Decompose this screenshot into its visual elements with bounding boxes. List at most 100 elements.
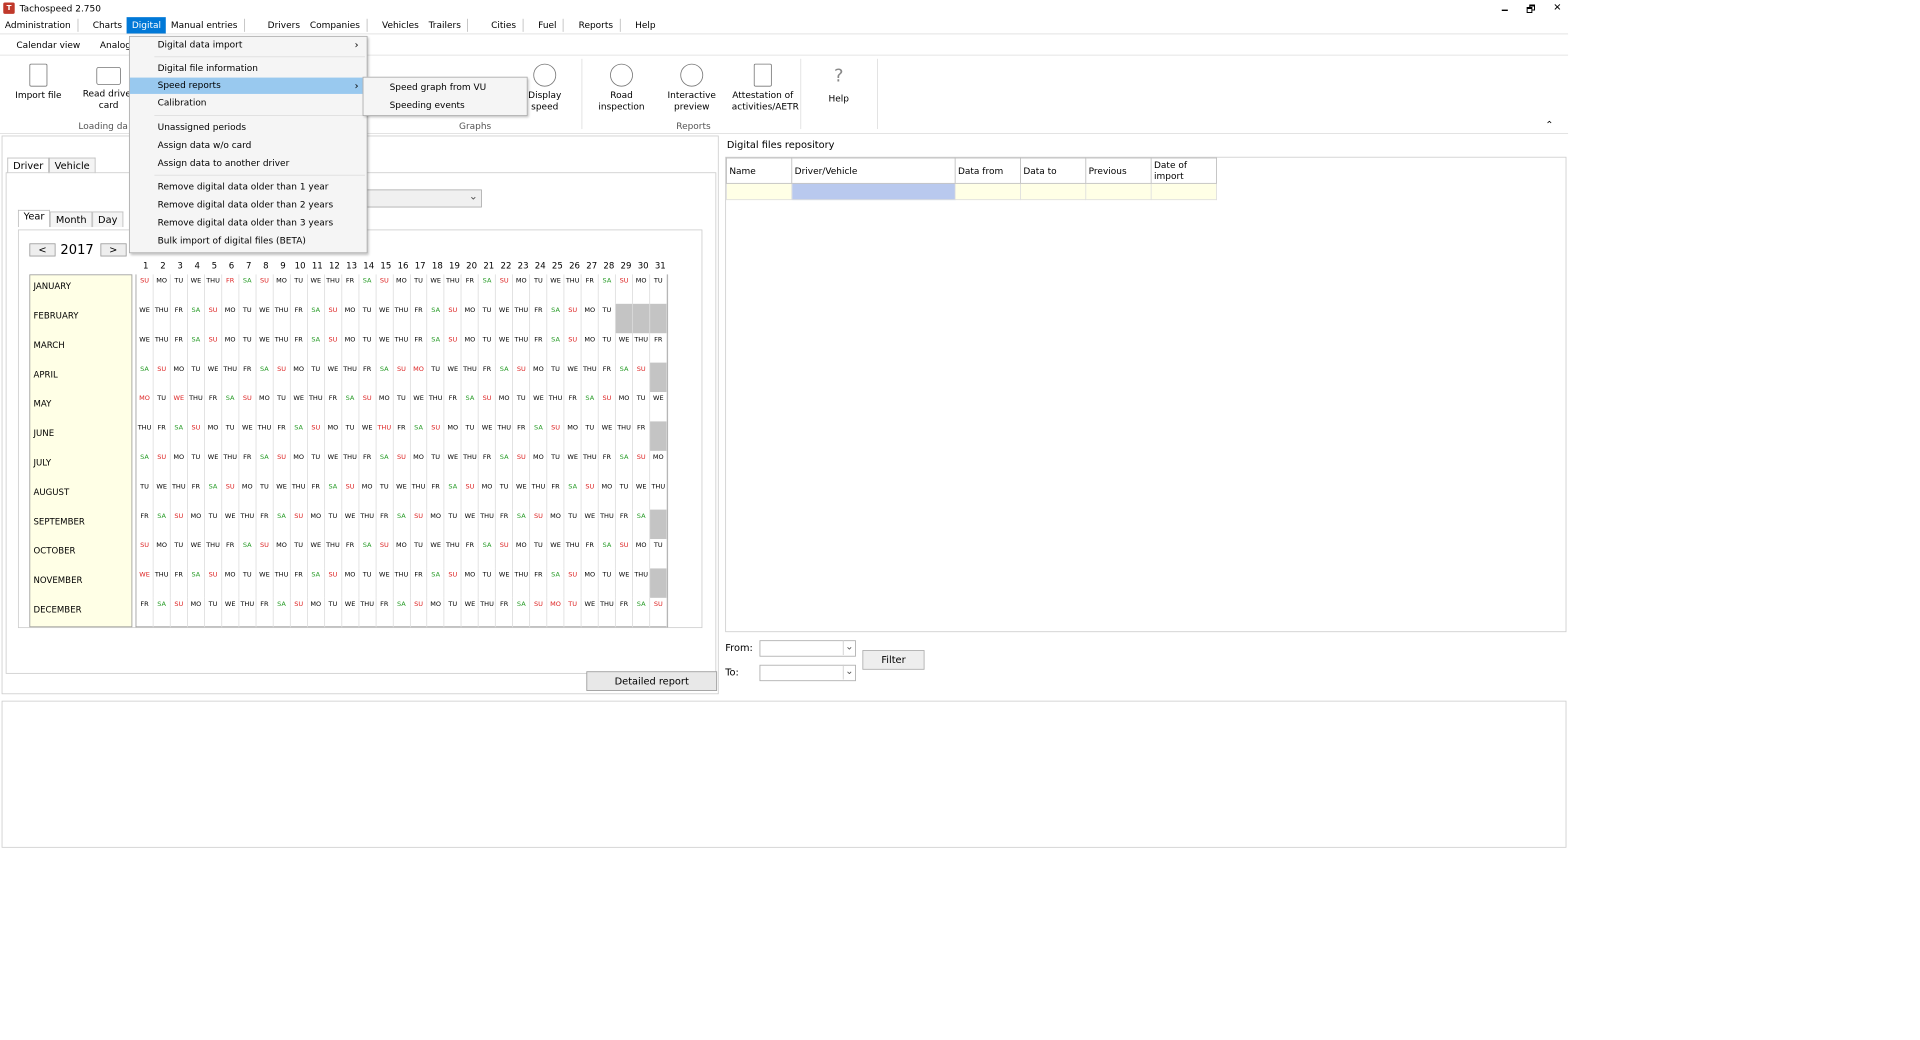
calendar-day-cell[interactable]: FR (171, 568, 188, 598)
calendar-day-cell[interactable]: FR (136, 597, 154, 628)
calendar-day-cell[interactable]: FR (136, 509, 154, 540)
calendar-empty-cell[interactable] (650, 509, 668, 540)
calendar-day-cell[interactable]: TU (633, 392, 651, 422)
tab-month[interactable]: Month (50, 211, 93, 228)
calendar-day-cell[interactable]: THU (633, 568, 651, 598)
tab-calendar-view[interactable]: Calendar view (0, 38, 97, 54)
calendar-day-cell[interactable]: SU (616, 274, 634, 304)
calendar-day-cell[interactable]: WE (256, 568, 274, 598)
calendar-day-cell[interactable]: SA (256, 362, 274, 393)
calendar-day-cell[interactable]: FR (256, 597, 274, 628)
calendar-day-cell[interactable]: SA (325, 480, 342, 510)
calendar-day-cell[interactable]: THU (308, 392, 325, 422)
calendar-day-cell[interactable]: MO (136, 392, 154, 422)
table-cell[interactable] (1085, 182, 1152, 201)
calendar-day-cell[interactable]: SA (256, 450, 274, 481)
calendar-day-cell[interactable]: WE (616, 333, 634, 363)
calendar-day-cell[interactable]: TU (616, 480, 634, 510)
calendar-day-cell[interactable]: TU (239, 333, 257, 363)
menu-trailers[interactable]: Trailers (424, 17, 466, 33)
calendar-day-cell[interactable]: THU (462, 362, 479, 393)
calendar-day-cell[interactable]: WE (188, 539, 205, 569)
calendar-day-cell[interactable]: FR (342, 274, 360, 304)
calendar-day-cell[interactable]: TU (205, 509, 223, 540)
calendar-day-cell[interactable]: SU (376, 274, 394, 304)
menu-item-speed-reports[interactable]: Speed reports › (129, 77, 367, 94)
calendar-day-cell[interactable]: TU (239, 303, 257, 334)
calendar-day-cell[interactable]: FR (513, 421, 531, 451)
calendar-day-cell[interactable]: MO (428, 597, 445, 628)
calendar-day-cell[interactable]: THU (342, 450, 360, 481)
calendar-day-cell[interactable]: THU (273, 303, 291, 334)
calendar-day-cell[interactable]: SU (239, 392, 257, 422)
calendar-day-cell[interactable]: WE (376, 568, 394, 598)
calendar-day-cell[interactable]: SU (547, 421, 565, 451)
table-row[interactable] (726, 182, 1217, 201)
calendar-day-cell[interactable]: MO (342, 568, 360, 598)
calendar-day-cell[interactable]: TU (513, 392, 531, 422)
calendar-day-cell[interactable]: FR (496, 597, 514, 628)
calendar-day-cell[interactable]: TU (359, 568, 377, 598)
calendar-day-cell[interactable]: FR (342, 539, 360, 569)
calendar-day-cell[interactable]: SU (496, 274, 514, 304)
detailed-report-button[interactable]: Detailed report (586, 671, 718, 691)
calendar-day-cell[interactable]: MO (582, 333, 599, 363)
calendar-day-cell[interactable]: SU (530, 509, 548, 540)
calendar-day-cell[interactable]: SA (513, 509, 531, 540)
calendar-day-cell[interactable]: FR (530, 303, 548, 334)
calendar-day-cell[interactable]: SA (171, 421, 188, 451)
calendar-day-cell[interactable]: FR (291, 303, 308, 334)
calendar-day-cell[interactable]: TU (171, 539, 188, 569)
calendar-day-cell[interactable]: MO (428, 509, 445, 540)
calendar-day-cell[interactable]: WE (616, 568, 634, 598)
calendar-day-cell[interactable]: THU (376, 421, 394, 451)
calendar-day-cell[interactable]: TU (547, 450, 565, 481)
calendar-day-cell[interactable]: THU (291, 480, 308, 510)
calendar-day-cell[interactable]: WE (222, 597, 240, 628)
calendar-day-cell[interactable]: MO (410, 362, 428, 393)
calendar-day-cell[interactable]: FR (496, 509, 514, 540)
menu-item-bulk-import[interactable]: Bulk import of digital files (BETA) (130, 233, 367, 249)
calendar-day-cell[interactable]: TU (479, 303, 497, 334)
calendar-day-cell[interactable]: MO (239, 480, 257, 510)
calendar-day-cell[interactable]: SU (616, 539, 634, 569)
calendar-day-cell[interactable]: SU (222, 480, 240, 510)
calendar-day-cell[interactable]: MO (222, 333, 240, 363)
calendar-day-cell[interactable]: WE (188, 274, 205, 304)
calendar-day-cell[interactable]: WE (547, 539, 565, 569)
calendar-day-cell[interactable]: SA (633, 509, 651, 540)
calendar-day-cell[interactable]: SU (205, 333, 223, 363)
tab-vehicle[interactable]: Vehicle (48, 157, 96, 174)
calendar-day-cell[interactable]: WE (633, 480, 651, 510)
calendar-day-cell[interactable]: MO (530, 362, 548, 393)
calendar-day-cell[interactable]: THU (325, 539, 342, 569)
calendar-day-cell[interactable]: TU (359, 333, 377, 363)
calendar-day-cell[interactable]: THU (479, 509, 497, 540)
calendar-empty-cell[interactable] (615, 303, 634, 334)
calendar-day-cell[interactable]: SU (308, 421, 325, 451)
calendar-day-cell[interactable]: THU (239, 509, 257, 540)
calendar-day-cell[interactable]: SA (479, 539, 497, 569)
col-data-from[interactable]: Data from (954, 157, 1021, 184)
calendar-day-cell[interactable]: TU (479, 568, 497, 598)
calendar-day-cell[interactable]: SU (445, 303, 462, 334)
calendar-day-cell[interactable]: WE (410, 392, 428, 422)
calendar-day-cell[interactable]: THU (325, 274, 342, 304)
calendar-day-cell[interactable]: SU (633, 450, 651, 481)
calendar-day-cell[interactable]: WE (308, 539, 325, 569)
calendar-day-cell[interactable]: THU (582, 362, 599, 393)
calendar-day-cell[interactable]: THU (462, 450, 479, 481)
filter-button[interactable]: Filter (862, 650, 925, 670)
col-date-of-import[interactable]: Date of import (1150, 157, 1217, 184)
calendar-day-cell[interactable]: SU (256, 274, 274, 304)
calendar-day-cell[interactable]: TU (188, 362, 205, 393)
calendar-day-cell[interactable]: THU (154, 333, 171, 363)
calendar-day-cell[interactable]: SU (325, 333, 342, 363)
calendar-day-cell[interactable]: FR (616, 597, 634, 628)
calendar-day-cell[interactable]: WE (428, 539, 445, 569)
calendar-day-cell[interactable]: TU (479, 333, 497, 363)
calendar-day-cell[interactable]: WE (582, 509, 599, 540)
calendar-day-cell[interactable]: FR (428, 480, 445, 510)
calendar-day-cell[interactable]: TU (325, 597, 342, 628)
calendar-day-cell[interactable]: FR (462, 274, 479, 304)
